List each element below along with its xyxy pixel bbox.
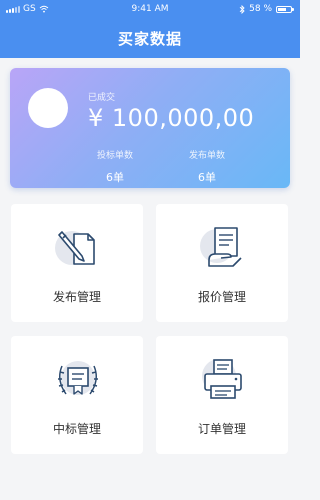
stat-value: 6单 bbox=[198, 171, 216, 184]
bid-count-stat: 投标单数 6单 bbox=[80, 148, 150, 185]
deal-label: 已成交 bbox=[88, 93, 116, 103]
deal-amount: ¥ 100,000,00 bbox=[88, 104, 255, 132]
publish-count-stat: 发布单数 6单 bbox=[172, 148, 242, 185]
award-certificate-icon bbox=[58, 361, 98, 395]
stat-value: 6单 bbox=[106, 171, 124, 184]
quote-document-hand-icon bbox=[200, 227, 242, 267]
tile-award-management[interactable]: 中标管理 bbox=[11, 336, 143, 454]
battery-icon bbox=[276, 5, 294, 13]
printer-order-icon bbox=[202, 359, 242, 399]
tile-publish-management[interactable]: 发布管理 bbox=[11, 204, 143, 322]
tile-label: 报价管理 bbox=[197, 290, 246, 304]
tile-quote-management[interactable]: 报价管理 bbox=[156, 204, 288, 322]
edit-document-icon bbox=[55, 231, 95, 265]
stat-label: 投标单数 bbox=[96, 151, 133, 161]
tile-label: 订单管理 bbox=[197, 422, 246, 436]
battery-percent: 58 % bbox=[249, 4, 272, 14]
summary-card: 已成交 ¥ 100,000,00 投标单数 6单 发布单数 6单 bbox=[10, 68, 290, 188]
avatar[interactable] bbox=[28, 88, 68, 128]
app-header: GS 9:41 AM 58 % 买家数据 bbox=[0, 0, 300, 58]
page-title: 买家数据 bbox=[117, 30, 182, 48]
stat-label: 发布单数 bbox=[188, 151, 225, 161]
status-bar: GS 9:41 AM 58 % bbox=[0, 0, 300, 18]
bluetooth-icon bbox=[239, 4, 245, 14]
tile-label: 中标管理 bbox=[52, 422, 101, 436]
tile-label: 发布管理 bbox=[52, 290, 101, 304]
tile-order-management[interactable]: 订单管理 bbox=[156, 336, 288, 454]
